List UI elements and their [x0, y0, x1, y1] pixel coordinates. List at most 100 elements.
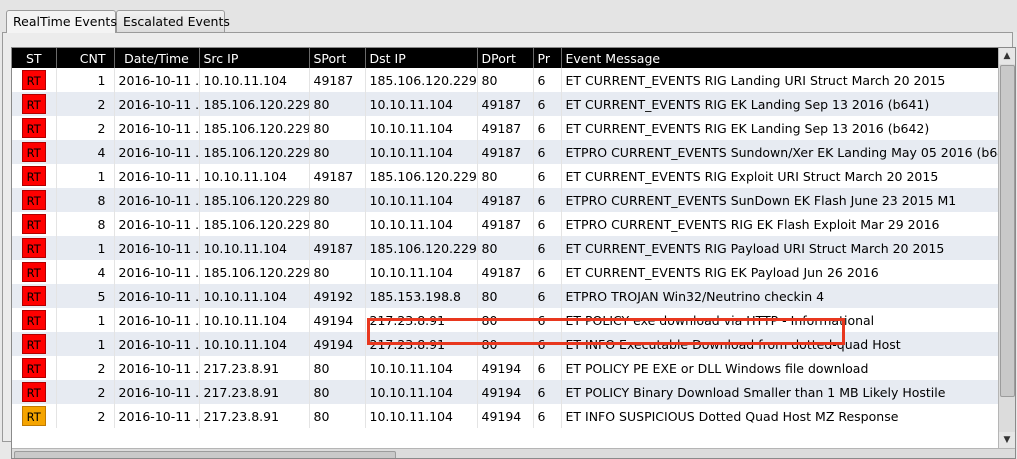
- table-row[interactable]: RT 1 2016-10-11 ... 10.10.11.104 49194 217.23…: [12, 308, 999, 332]
- cell-dport: 80: [477, 332, 534, 356]
- cell-src-ip: 185.106.120.229: [199, 116, 310, 140]
- table-row[interactable]: RT 4 2016-10-11 ... 185.106.120.229 80 10.10.…: [12, 140, 999, 164]
- cell-sport: 49194: [309, 332, 366, 356]
- scroll-down-arrow-icon[interactable]: ▼: [999, 432, 1015, 448]
- cell-datetime: 2016-10-11 ...: [114, 356, 200, 380]
- column-header-dst-ip[interactable]: Dst IP: [365, 48, 478, 68]
- cell-sport: 80: [309, 92, 366, 116]
- cell-st: RT: [12, 332, 57, 356]
- cell-datetime: 2016-10-11 ...: [114, 188, 200, 212]
- cell-sport: 80: [309, 356, 366, 380]
- cell-event-message: ETPRO TROJAN Win32/Neutrino checkin 4: [561, 284, 999, 308]
- table-row[interactable]: RT 1 2016-10-11 ... 10.10.11.104 49194 217.23…: [12, 332, 999, 356]
- table-row[interactable]: RT 8 2016-10-11 ... 185.106.120.229 80 10.10.…: [12, 212, 999, 236]
- cell-dst-ip: 10.10.11.104: [365, 212, 478, 236]
- table-row[interactable]: RT 5 2016-10-11 ... 10.10.11.104 49192 185.15…: [12, 284, 999, 308]
- cell-src-ip: 185.106.120.229: [199, 212, 310, 236]
- cell-pr: 6: [533, 308, 562, 332]
- status-badge: RT: [21, 94, 46, 114]
- cell-datetime: 2016-10-11 ...: [114, 380, 200, 404]
- horizontal-scroll-thumb[interactable]: [14, 451, 396, 458]
- cell-src-ip: 185.106.120.229: [199, 260, 310, 284]
- cell-dst-ip: 185.153.198.8: [365, 284, 478, 308]
- table-row[interactable]: RT 2 2016-10-11 ... 217.23.8.91 80 10.10.11.1…: [12, 356, 999, 380]
- status-badge: RT: [21, 382, 46, 402]
- column-header-st[interactable]: ST: [12, 48, 57, 68]
- cell-src-ip: 10.10.11.104: [199, 332, 310, 356]
- cell-dst-ip: 217.23.8.91: [365, 332, 478, 356]
- tab-realtime-events[interactable]: RealTime Events: [6, 10, 117, 33]
- cell-datetime: 2016-10-11 ...: [114, 332, 200, 356]
- header-row: ST CNT Date/Time Src IP SPort Dst IP DPo…: [12, 48, 999, 68]
- cell-event-message: ET CURRENT_EVENTS RIG EK Payload Jun 26 …: [561, 260, 999, 284]
- cell-cnt: 1: [56, 68, 115, 92]
- cell-cnt: 5: [56, 284, 115, 308]
- cell-sport: 49187: [309, 68, 366, 92]
- cell-src-ip: 217.23.8.91: [199, 356, 310, 380]
- cell-cnt: 2: [56, 356, 115, 380]
- cell-dst-ip: 10.10.11.104: [365, 92, 478, 116]
- cell-src-ip: 217.23.8.91: [199, 404, 310, 428]
- cell-datetime: 2016-10-11 ...: [114, 140, 200, 164]
- table-row[interactable]: RT 4 2016-10-11 ... 185.106.120.229 80 10.10.…: [12, 260, 999, 284]
- table-row[interactable]: RT 2 2016-10-11 ... 217.23.8.91 80 10.10.11.1…: [12, 404, 999, 428]
- cell-cnt: 2: [56, 92, 115, 116]
- status-badge: RT: [21, 214, 46, 234]
- cell-event-message: ET POLICY Binary Download Smaller than 1…: [561, 380, 999, 404]
- cell-cnt: 8: [56, 212, 115, 236]
- vertical-scroll-thumb[interactable]: [1000, 65, 1015, 397]
- cell-src-ip: 10.10.11.104: [199, 308, 310, 332]
- column-header-cnt[interactable]: CNT: [56, 48, 115, 68]
- tab-escalated-events[interactable]: Escalated Events: [116, 10, 230, 32]
- status-badge: RT: [21, 406, 46, 426]
- cell-datetime: 2016-10-11 ...: [114, 116, 200, 140]
- cell-dport: 49187: [477, 140, 534, 164]
- cell-cnt: 8: [56, 188, 115, 212]
- column-header-dport[interactable]: DPort: [477, 48, 534, 68]
- column-header-event-message[interactable]: Event Message: [561, 48, 999, 68]
- table-row[interactable]: RT 2 2016-10-11 ... 185.106.120.229 80 10.10.…: [12, 116, 999, 140]
- cell-sport: 80: [309, 212, 366, 236]
- cell-dport: 80: [477, 164, 534, 188]
- status-badge: RT: [21, 238, 46, 258]
- cell-src-ip: 10.10.11.104: [199, 284, 310, 308]
- table-row[interactable]: RT 2 2016-10-11 ... 217.23.8.91 80 10.10.11.1…: [12, 380, 999, 404]
- cell-event-message: ET CURRENT_EVENTS RIG Exploit URI Struct…: [561, 164, 999, 188]
- column-header-sport[interactable]: SPort: [309, 48, 366, 68]
- cell-src-ip: 10.10.11.104: [199, 68, 310, 92]
- status-badge: RT: [21, 190, 46, 210]
- cell-event-message: ET POLICY PE EXE or DLL Windows file dow…: [561, 356, 999, 380]
- cell-dst-ip: 10.10.11.104: [365, 260, 478, 284]
- table-row[interactable]: RT 8 2016-10-11 ... 185.106.120.229 80 10.10.…: [12, 188, 999, 212]
- cell-pr: 6: [533, 188, 562, 212]
- cell-src-ip: 185.106.120.229: [199, 188, 310, 212]
- column-header-src-ip[interactable]: Src IP: [199, 48, 310, 68]
- status-badge: RT: [21, 166, 46, 186]
- cell-st: RT: [12, 260, 57, 284]
- horizontal-scrollbar[interactable]: [12, 448, 1015, 458]
- table-row[interactable]: RT 1 2016-10-11 ... 10.10.11.104 49187 185.10…: [12, 236, 999, 260]
- cell-dst-ip: 10.10.11.104: [365, 356, 478, 380]
- column-header-pr[interactable]: Pr: [533, 48, 562, 68]
- scroll-up-arrow-icon[interactable]: ▲: [999, 48, 1015, 64]
- cell-pr: 6: [533, 332, 562, 356]
- cell-event-message: ET CURRENT_EVENTS RIG Landing URI Struct…: [561, 68, 999, 92]
- table-row[interactable]: RT 2 2016-10-11 ... 185.106.120.229 80 10.10.…: [12, 92, 999, 116]
- vertical-scrollbar[interactable]: ▲ ▼: [998, 48, 1015, 448]
- cell-event-message: ET CURRENT_EVENTS RIG Payload URI Struct…: [561, 236, 999, 260]
- cell-cnt: 1: [56, 308, 115, 332]
- cell-cnt: 1: [56, 164, 115, 188]
- status-badge: RT: [21, 286, 46, 306]
- cell-cnt: 4: [56, 260, 115, 284]
- table-row[interactable]: RT 1 2016-10-11 ... 10.10.11.104 49187 185.10…: [12, 164, 999, 188]
- table-row[interactable]: RT 1 2016-10-11 ... 10.10.11.104 49187 185.10…: [12, 68, 999, 92]
- cell-src-ip: 185.106.120.229: [199, 92, 310, 116]
- cell-dport: 49187: [477, 212, 534, 236]
- cell-dport: 80: [477, 284, 534, 308]
- cell-datetime: 2016-10-11 ...: [114, 308, 200, 332]
- cell-datetime: 2016-10-11 ...: [114, 284, 200, 308]
- cell-sport: 80: [309, 404, 366, 428]
- column-header-datetime[interactable]: Date/Time: [114, 48, 200, 68]
- cell-pr: 6: [533, 236, 562, 260]
- cell-dst-ip: 10.10.11.104: [365, 116, 478, 140]
